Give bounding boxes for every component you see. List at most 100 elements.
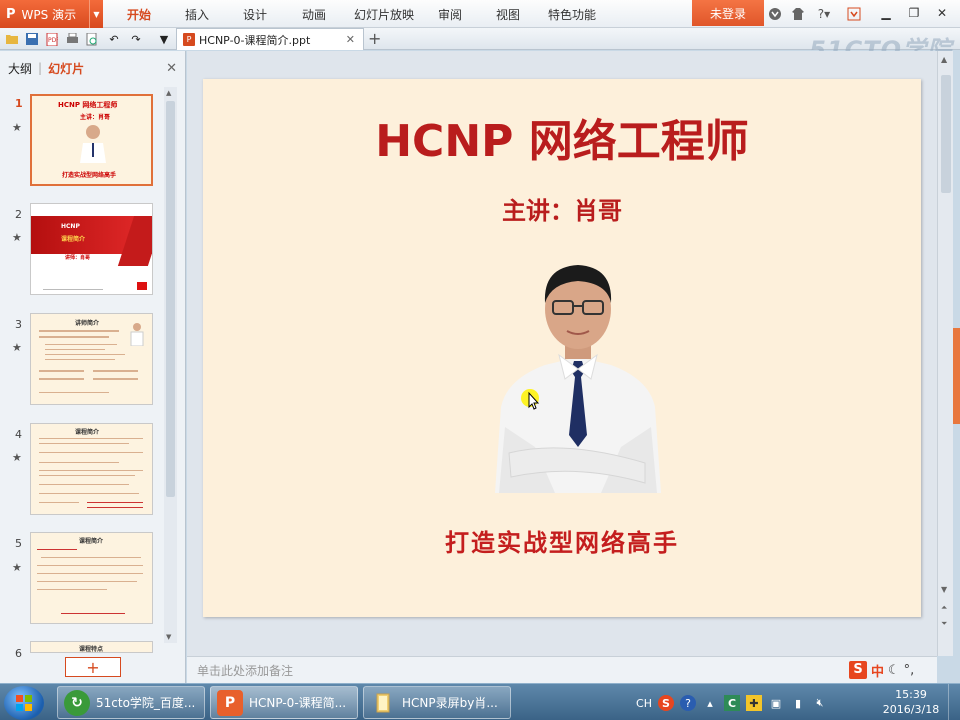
scroll-up-icon[interactable]: ▲ (166, 89, 171, 97)
menu-animation[interactable]: 动画 (302, 0, 326, 28)
collapse-ribbon-icon[interactable] (846, 6, 862, 22)
menu-review[interactable]: 审阅 (438, 0, 462, 28)
usb-tray-icon[interactable]: ▣ (768, 695, 784, 711)
thumb-1-slogan: 打造实战型网络高手 (62, 172, 117, 179)
ime-punctuation-icon[interactable]: °, (904, 663, 915, 678)
menu-special-features[interactable]: 特色功能 (548, 0, 596, 28)
previous-slide-icon[interactable]: ⏶ (941, 603, 947, 613)
export-pdf-icon[interactable]: PDF (44, 31, 60, 47)
print-preview-icon[interactable] (84, 31, 100, 47)
print-icon[interactable] (64, 31, 80, 47)
thumb-2-title: HCNP (61, 223, 80, 230)
slide-presenter[interactable]: 主讲：肖哥 (203, 191, 921, 226)
thumb-5-line (61, 613, 125, 614)
quick-toolbar-dropdown-icon[interactable]: ▼ (156, 31, 172, 47)
taskbar-item-wps[interactable]: P HCNP-0-课程简... (210, 686, 358, 719)
editor-scroll-up-icon[interactable]: ▲ (941, 55, 947, 64)
tray-expand-icon[interactable]: ▴ (702, 695, 718, 711)
side-expand-tab[interactable] (953, 328, 960, 424)
show-desktop-button[interactable] (948, 684, 960, 720)
redo-icon[interactable]: ↷ (128, 31, 144, 47)
help-label: ? (817, 7, 825, 21)
slide-thumbnail-4[interactable]: 课程简介 (30, 423, 153, 515)
new-tab-icon[interactable]: + (368, 29, 381, 48)
maximize-button[interactable]: ❐ (900, 0, 928, 26)
slide-thumbnail-1[interactable]: HCNP 网络工程师 主讲：肖哥 打造实战型网络高手 (30, 94, 153, 186)
close-panel-icon[interactable]: ✕ (166, 61, 177, 76)
editor-scrollbar[interactable]: ▲ ▼ ⏶ ⏷ (937, 51, 953, 656)
open-folder-icon[interactable] (4, 31, 20, 47)
system-clock[interactable]: 15:39 2016/3/18 (878, 687, 944, 717)
tab-slides[interactable]: 幻灯片 (48, 60, 84, 77)
taskbar-item-browser[interactable]: ↻ 51cto学院_百度... (57, 686, 205, 719)
thumb-6-title: 课程特点 (79, 646, 104, 653)
menu-design[interactable]: 设计 (243, 0, 267, 28)
current-slide[interactable]: HCNP 网络工程师 主讲：肖哥 打造实战型网络高手 (203, 79, 921, 617)
slides-panel-scrollbar[interactable]: ▲ ▼ (164, 87, 177, 643)
ime-moon-icon[interactable]: ☾ (888, 663, 900, 678)
close-window-button[interactable]: ✕ (928, 0, 956, 26)
ime-toolbar[interactable]: S 中 ☾ °, (849, 660, 945, 680)
thumb-3-line (45, 344, 117, 345)
menu-insert[interactable]: 插入 (185, 0, 209, 28)
ime-chinese-mode[interactable]: 中 (871, 661, 884, 680)
tray-language[interactable]: CH (636, 695, 652, 711)
sogou-ime-icon[interactable]: S (849, 661, 867, 679)
browser-icon: ↻ (64, 689, 90, 716)
add-slide-button[interactable]: + (65, 657, 121, 677)
login-button[interactable]: 未登录 (692, 0, 764, 26)
mouse-cursor-icon (521, 389, 540, 410)
editor-scroll-down-icon[interactable]: ▼ (941, 585, 947, 594)
skin-icon[interactable] (767, 6, 783, 22)
wps-logo-icon: P (6, 6, 16, 22)
wps-presentation-icon: P (217, 689, 243, 716)
thumb-4-line (87, 507, 143, 508)
thumb-3-line (39, 336, 109, 338)
notes-area[interactable]: 单击此处添加备注 (187, 656, 937, 683)
slide-slogan[interactable]: 打造实战型网络高手 (203, 523, 921, 558)
save-icon[interactable] (24, 31, 40, 47)
camtasia-tray-icon[interactable]: C (724, 695, 740, 711)
shirt-icon[interactable] (790, 6, 806, 22)
help-tray-icon[interactable]: ? (680, 695, 696, 711)
app-menu-dropdown-icon[interactable]: ▼ (89, 0, 103, 28)
slide-thumbnail-3[interactable]: 讲师简介 (30, 313, 153, 405)
ppt-file-icon: P (183, 33, 195, 46)
wps-app-menu-button[interactable]: P WPS 演示 ▼ (0, 0, 103, 28)
thumb-5-line (37, 565, 143, 566)
tab-outline[interactable]: 大纲 (8, 60, 32, 77)
thumb-3-line (45, 354, 125, 355)
close-tab-icon[interactable]: ✕ (346, 33, 355, 46)
slide-number-3: 3 (15, 318, 22, 331)
document-tab[interactable]: P HCNP-0-课程简介.ppt ✕ (176, 28, 364, 50)
shield-tray-icon[interactable]: ✚ (746, 695, 762, 711)
taskbar-item-label: HCNP-0-课程简... (249, 696, 347, 710)
thumb-4-line (39, 438, 143, 439)
menu-home[interactable]: 开始 (127, 0, 151, 28)
slides-panel-scroll-thumb[interactable] (166, 101, 175, 497)
slide-thumbnail-6[interactable]: 课程特点 (30, 641, 153, 653)
editor-scroll-thumb[interactable] (941, 75, 951, 193)
start-button[interactable] (4, 686, 44, 720)
slide-thumbnail-5[interactable]: 课程简介 (30, 532, 153, 624)
help-icon[interactable]: ? ▾ (812, 6, 836, 22)
presenter-photo[interactable] (495, 257, 661, 493)
volume-muted-icon[interactable]: 🔇︎ (812, 695, 828, 711)
minimize-button[interactable]: ▁ (872, 0, 900, 26)
menu-view[interactable]: 视图 (496, 0, 520, 28)
next-slide-icon[interactable]: ⏷ (941, 619, 947, 629)
network-tray-icon[interactable]: ▮ (790, 695, 806, 711)
thumb-1-photo (80, 125, 106, 163)
sogou-tray-icon[interactable]: S (658, 695, 674, 711)
thumb-3-line (39, 378, 84, 380)
menu-slideshow[interactable]: 幻灯片放映 (354, 0, 414, 28)
slide-title[interactable]: HCNP 网络工程师 (203, 105, 921, 169)
taskbar-item-folder[interactable]: HCNP录屏by肖... (363, 686, 511, 719)
windows-taskbar: ↻ 51cto学院_百度... P HCNP-0-课程简... HCNP录屏by… (0, 683, 960, 720)
thumb-4-line (39, 493, 139, 494)
thumb-4-line (39, 484, 129, 485)
scroll-down-icon[interactable]: ▼ (166, 633, 171, 641)
undo-icon[interactable]: ↶ (106, 31, 122, 47)
slide-thumbnail-2[interactable]: HCNP 课程简介 讲师：肖哥 (30, 203, 153, 295)
system-tray: CH S ? ▴ C ✚ ▣ ▮ 🔇︎ (636, 688, 828, 718)
